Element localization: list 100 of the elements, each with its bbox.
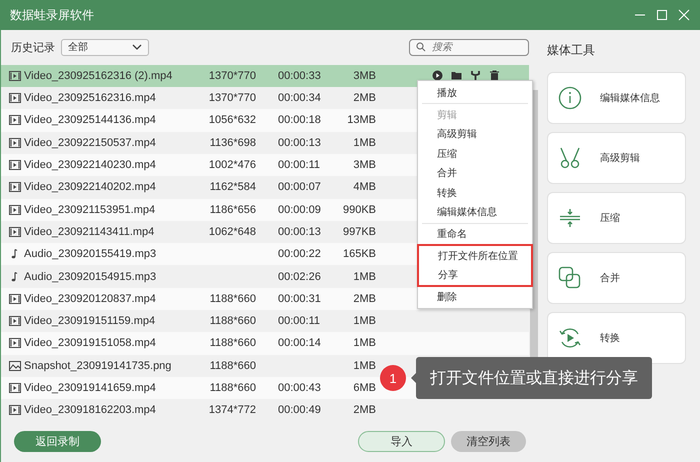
duration-text: 00:00:22 [278, 248, 322, 260]
size-text: 165KB [342, 248, 376, 260]
video-file-icon [9, 338, 21, 348]
video-file-icon [9, 294, 21, 304]
file-name: Video_230919151159.mp4 [24, 315, 156, 328]
menu-item[interactable]: 编辑媒体信息 [418, 202, 532, 222]
resolution-text: 1370*770 [208, 70, 256, 82]
tool-card[interactable]: 压缩 [547, 192, 686, 244]
file-name: Video_230919141659.mp4 [24, 382, 157, 394]
filter-dropdown[interactable]: 全部 [61, 38, 149, 56]
duration-text: 00:00:13 [278, 226, 322, 238]
size-text: 1MB [352, 315, 376, 328]
import-button[interactable]: 导入 [358, 431, 445, 452]
duration-text: 00:00:31 [278, 292, 322, 305]
duration-text: 00:00:13 [278, 136, 322, 149]
duration-text: 00:00:34 [278, 92, 322, 104]
resolution-text: 1186*656 [208, 204, 256, 216]
merge-icon [558, 266, 582, 290]
file-name: Video_230918162203.mp4 [24, 404, 157, 416]
file-row[interactable]: Video_230919151058.mp4 1188*660 00:00:14 1MB [1, 332, 529, 355]
duration-text: 00:00:18 [278, 114, 322, 126]
file-name: Snapshot_230919141735.png [24, 360, 172, 372]
size-text: 2MB [352, 292, 376, 305]
resolution-text: 1002*476 [208, 159, 256, 172]
size-text: 1MB [352, 270, 376, 283]
info-icon [558, 86, 582, 110]
file-name: Video_230921153951.mp4 [24, 204, 156, 216]
file-name: Video_230919151058.mp4 [24, 337, 157, 350]
size-text: 3MB [352, 70, 376, 82]
convert-icon [558, 326, 582, 350]
resolution-text: 1056*632 [208, 114, 256, 126]
tool-card[interactable]: 编辑媒体信息 [547, 72, 686, 124]
resolution-text: 1370*770 [208, 92, 256, 104]
size-text: 1MB [352, 337, 376, 350]
video-file-icon [9, 204, 21, 215]
resolution-text: 1188*660 [208, 292, 256, 305]
file-name: Video_230921143411.mp4 [24, 226, 156, 238]
wrench-icon[interactable] [470, 70, 481, 82]
size-text: 1MB [352, 360, 376, 372]
duration-text: 00:00:14 [278, 337, 322, 350]
menu-item[interactable]: 分享 [419, 266, 531, 285]
tool-card[interactable]: 高级剪辑 [547, 132, 686, 184]
history-label: 历史记录 [11, 40, 55, 55]
duration-text: 00:00:11 [278, 159, 322, 172]
duration-text: 00:00:43 [278, 382, 322, 394]
menu-item[interactable]: 删除 [418, 286, 532, 306]
video-file-icon [9, 226, 21, 237]
duration-text: 00:00:49 [278, 404, 322, 416]
video-file-icon [9, 182, 21, 192]
video-file-icon [9, 160, 21, 170]
menu-item[interactable]: 打开文件所在位置 [419, 246, 531, 266]
file-name: Audio_230920154915.mp3 [24, 270, 158, 283]
size-text: 13MB [346, 114, 376, 126]
video-file-icon [9, 405, 21, 416]
maximize-icon[interactable] [656, 9, 668, 21]
video-file-icon [9, 115, 21, 126]
file-name: Video_230922150537.mp4 [24, 136, 157, 149]
search-input[interactable]: 搜索 [432, 42, 522, 53]
back-to-record-button[interactable]: 返回录制 [14, 431, 101, 452]
clear-list-button[interactable]: 清空列表 [450, 431, 526, 452]
play-icon[interactable] [432, 70, 443, 82]
size-text: 4MB [352, 181, 376, 194]
resolution-text: 1188*660 [208, 360, 256, 372]
resolution-text: 1162*584 [208, 181, 256, 194]
size-text: 3MB [352, 159, 376, 172]
tooltip: 打开文件位置或直接进行分享 [416, 357, 652, 399]
size-text: 2MB [352, 404, 376, 416]
menu-item[interactable]: 重命名 [418, 224, 532, 244]
duration-text: 00:00:33 [278, 70, 322, 82]
video-file-icon [9, 383, 21, 394]
caret-icon [132, 44, 142, 50]
file-name: Audio_230920155419.mp3 [24, 248, 158, 260]
trash-icon[interactable] [489, 70, 500, 82]
video-file-icon [9, 93, 21, 104]
file-name: Video_230920120837.mp4 [24, 292, 157, 305]
video-file-icon [9, 70, 21, 81]
resolution-text: 1188*660 [208, 315, 256, 328]
scissors-icon [558, 146, 582, 170]
tool-card[interactable]: 转换 [547, 312, 686, 364]
close-icon[interactable] [678, 9, 690, 21]
file-name: Video_230922140230.mp4 [24, 159, 157, 172]
compress-icon [558, 206, 582, 230]
tool-card[interactable]: 合并 [547, 252, 686, 304]
duration-text: 00:00:09 [278, 204, 322, 216]
size-text: 990KB [342, 204, 376, 216]
panel-title: 媒体工具 [547, 42, 596, 59]
size-text: 997KB [342, 226, 376, 238]
resolution-text: 1374*772 [208, 404, 256, 416]
resolution-text: 1188*660 [208, 337, 256, 350]
search-field[interactable]: 搜索 [409, 38, 529, 56]
resolution-text: 1062*648 [208, 226, 256, 238]
image-file-icon [9, 360, 21, 371]
folder-icon[interactable] [451, 70, 462, 82]
file-name: Video_230925162316 (2).mp4 [24, 70, 174, 82]
file-name: Video_230925144136.mp4 [24, 114, 157, 126]
resolution-text: 1136*698 [208, 136, 256, 149]
window-title: 数据蛙录屏软件 [10, 6, 95, 24]
file-row[interactable]: Video_230925162316 (2).mp4 1370*770 00:00:33 3MB [1, 64, 529, 88]
duration-text: 00:02:26 [278, 270, 322, 283]
search-icon [416, 42, 426, 52]
